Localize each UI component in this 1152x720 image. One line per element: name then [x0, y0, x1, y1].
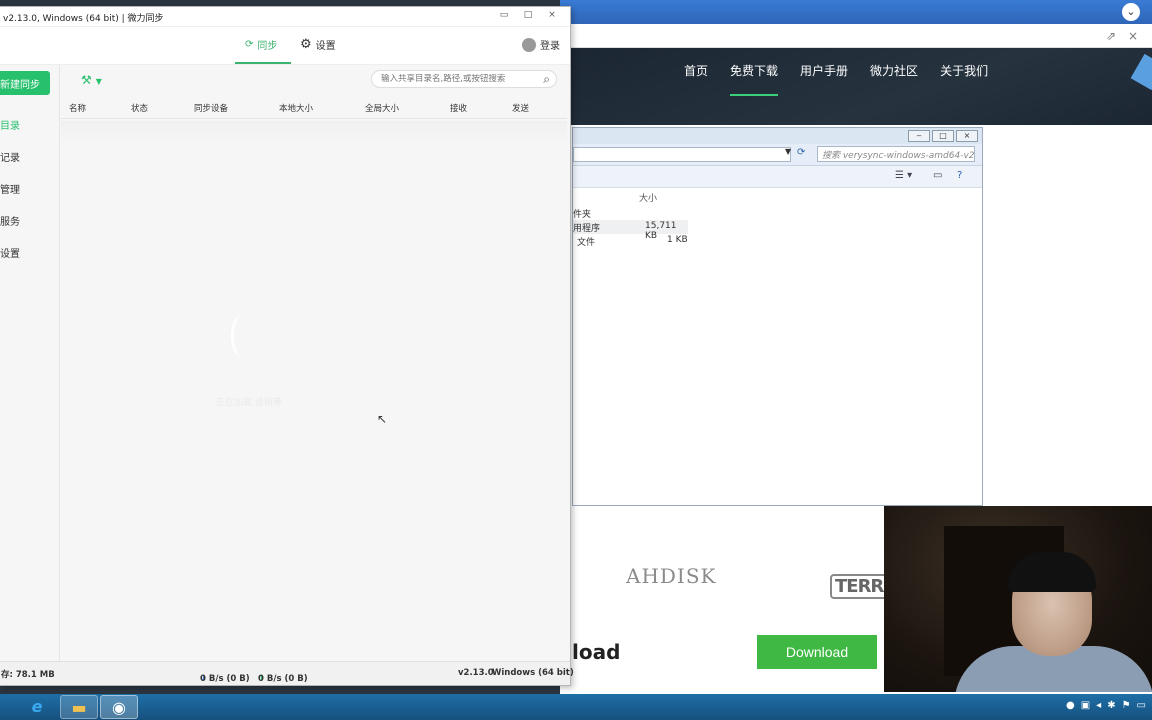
explorer-address-row: ▼ ⟳ 搜索 verysync-windows-amd64-v2.... — [573, 144, 982, 166]
file-explorer-icon[interactable]: ▬ — [60, 695, 98, 719]
tab-settings[interactable]: ⚙ 设置 — [300, 37, 336, 52]
table-row-placeholder — [61, 121, 567, 143]
dropdown-arrow-icon[interactable]: ▼ — [785, 147, 791, 156]
preview-pane-icon[interactable]: ▭ — [933, 170, 942, 181]
sidebar: 新建同步 目录 记录 管理 服务 设置 — [0, 65, 60, 661]
tools-dropdown[interactable]: ⚒ ▼ — [81, 73, 102, 87]
file-row[interactable]: 文件 1 KB — [573, 234, 982, 248]
help-icon[interactable]: ? — [957, 170, 962, 181]
tray-volume-icon[interactable]: ◂ — [1096, 700, 1101, 711]
explorer-search-field[interactable]: 搜索 verysync-windows-amd64-v2.... — [817, 146, 975, 162]
login-button[interactable]: 登录 — [522, 37, 560, 52]
taskbar: e ▬ ◉ ● ▣ ◂ ✱ ⚑ ▭ — [0, 694, 1152, 720]
brand-logos: AHDISK TERRA — [580, 564, 902, 608]
tray-flag-icon[interactable]: ⚑ — [1122, 700, 1131, 711]
column-size[interactable]: 大小 — [639, 191, 657, 204]
app-platform: Windows (64 bit) — [492, 668, 574, 678]
brand-logo-ahdisk: AHDISK — [626, 564, 717, 588]
explorer-minimize-button[interactable]: ‒ — [908, 130, 930, 142]
search-box[interactable]: ⌕ — [371, 70, 557, 88]
tray-bluetooth-icon[interactable]: ✱ — [1107, 700, 1115, 711]
webcam-overlay — [884, 506, 1152, 692]
sidebar-item-manage[interactable]: 管理 — [0, 181, 20, 196]
tray-network-icon[interactable]: ▣ — [1081, 700, 1090, 711]
explorer-address-field[interactable] — [573, 147, 791, 162]
tray-display-icon[interactable]: ▭ — [1137, 700, 1146, 711]
app-version: v2.13.0 — [458, 668, 494, 678]
minimize-button[interactable]: ▭ — [494, 9, 514, 22]
browser-command-bar: × ⇗ — [560, 24, 1152, 48]
explorer-titlebar: ‒ □ × — [573, 128, 982, 144]
file-row[interactable]: 件夹 — [573, 206, 982, 220]
internet-explorer-icon[interactable]: e — [18, 695, 56, 719]
view-options-icon[interactable]: ☰ ▾ — [895, 170, 912, 181]
file-row[interactable]: 用程序 15,711 KB — [573, 220, 688, 241]
loading-text: 正在加载,请稍等 — [216, 398, 282, 408]
main-content: ⚒▼ ⌕ 名称 状态 同步设备 本地大小 全局大小 接收 发送 正在加载,请稍等… — [61, 65, 567, 661]
website-nav: 首页 免费下载 用户手册 微力社区 关于我们 — [560, 48, 1152, 125]
explorer-close-button[interactable]: × — [956, 130, 978, 142]
column-global-size[interactable]: 全局大小 — [365, 102, 399, 114]
maximize-button[interactable]: □ — [518, 9, 538, 22]
file-explorer-window: ‒ □ × ▼ ⟳ 搜索 verysync-windows-amd64-v2..… — [572, 127, 983, 506]
column-name[interactable]: 名称 — [69, 102, 86, 114]
sync-app-taskbar-icon[interactable]: ◉ — [100, 695, 138, 719]
table-header: 名称 状态 同步设备 本地大小 全局大小 接收 发送 — [61, 97, 567, 119]
active-tab-indicator — [235, 62, 291, 64]
sync-app-window: v2.13.0, Windows (64 bit) | 微力同步 ▭ □ × ⟳… — [0, 6, 574, 686]
website-nav-community[interactable]: 微力社区 — [870, 62, 918, 96]
column-status[interactable]: 状态 — [131, 102, 148, 114]
website-nav-about[interactable]: 关于我们 — [940, 62, 988, 96]
sidebar-item-service[interactable]: 服务 — [0, 213, 20, 228]
website-logo-icon — [1130, 53, 1152, 91]
chevron-down-icon[interactable]: ⌄ — [1122, 3, 1140, 21]
search-icon[interactable]: ⌕ — [543, 72, 550, 87]
sidebar-item-settings[interactable]: 设置 — [0, 245, 20, 260]
chevron-down-icon: ▼ — [95, 77, 102, 86]
wrench-icon: ⚒ — [81, 73, 92, 87]
website-nav-home[interactable]: 首页 — [684, 62, 708, 96]
sync-icon: ⟳ — [245, 39, 254, 50]
user-avatar-icon — [522, 37, 536, 52]
new-sync-button[interactable]: 新建同步 — [0, 71, 50, 95]
loading-spinner — [231, 315, 253, 357]
download-heading: load — [572, 640, 621, 664]
search-input[interactable] — [381, 74, 531, 84]
tab-sync[interactable]: ⟳ 同步 — [245, 37, 277, 52]
sidebar-item-folders[interactable]: 目录 — [0, 117, 20, 132]
browser-tab-bar: ⌄ — [560, 0, 1152, 24]
gear-icon: ⚙ — [300, 37, 312, 52]
refresh-icon[interactable]: ⟳ — [797, 147, 805, 158]
column-sent[interactable]: 发送 — [512, 102, 529, 114]
column-devices[interactable]: 同步设备 — [194, 102, 228, 114]
system-tray: ● ▣ ◂ ✱ ⚑ ▭ — [1066, 700, 1146, 711]
status-bar: 存: 78.1 MB ↓ 0 B/s (0 B) ↑ 0 B/s (0 B) v2.… — [0, 661, 574, 685]
app-header: ⟳ 同步 ⚙ 设置 登录 — [0, 27, 570, 65]
tray-sync-icon[interactable]: ● — [1066, 700, 1075, 711]
website-nav-manual[interactable]: 用户手册 — [800, 62, 848, 96]
sidebar-item-records[interactable]: 记录 — [0, 149, 20, 164]
website-nav-download[interactable]: 免费下载 — [730, 62, 779, 96]
download-button[interactable]: Download — [757, 635, 877, 669]
close-icon[interactable]: × — [1128, 29, 1138, 43]
mouse-cursor-icon: ↖ — [377, 412, 388, 426]
share-icon[interactable]: ⇗ — [1106, 29, 1116, 43]
close-button[interactable]: × — [542, 9, 562, 22]
explorer-column-header: 大小 — [573, 188, 982, 206]
app-titlebar: v2.13.0, Windows (64 bit) | 微力同步 ▭ □ × — [0, 7, 570, 27]
memory-usage: 存: 78.1 MB — [1, 670, 55, 680]
explorer-toolbar: ☰ ▾ ▭ ? — [573, 166, 982, 188]
window-title: v2.13.0, Windows (64 bit) | 微力同步 — [3, 14, 164, 24]
explorer-maximize-button[interactable]: □ — [932, 130, 954, 142]
column-received[interactable]: 接收 — [450, 102, 467, 114]
column-local-size[interactable]: 本地大小 — [279, 102, 313, 114]
